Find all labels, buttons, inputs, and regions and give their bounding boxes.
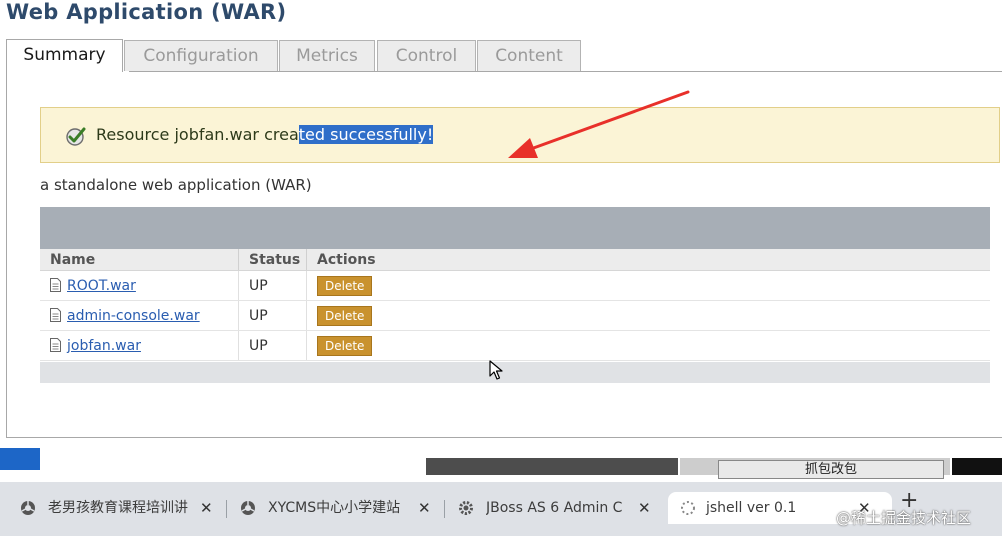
background-window-edge bbox=[952, 458, 1002, 475]
loading-icon bbox=[681, 501, 695, 515]
status-cell: UP bbox=[238, 270, 307, 301]
grid-toolbar bbox=[40, 207, 990, 249]
background-window-bar bbox=[426, 458, 678, 475]
check-circle-icon bbox=[66, 127, 86, 146]
name-cell: jobfan.war bbox=[40, 330, 239, 361]
tab-control[interactable]: Control bbox=[377, 40, 476, 71]
actions-cell: Delete bbox=[306, 300, 990, 331]
browser-tab-title: XYCMS中心小学建站 bbox=[268, 500, 401, 516]
mouse-cursor-icon bbox=[489, 360, 503, 380]
column-header-name[interactable]: Name bbox=[40, 249, 239, 271]
resource-link[interactable]: ROOT.war bbox=[67, 278, 136, 294]
browser-tab-title: JBoss AS 6 Admin C bbox=[486, 500, 623, 516]
tab-summary[interactable]: Summary bbox=[6, 39, 123, 72]
table-header-row: Name Status Actions bbox=[40, 249, 990, 271]
tab-content[interactable]: Content bbox=[477, 40, 581, 71]
close-icon[interactable]: ✕ bbox=[638, 492, 651, 524]
success-text: Resource jobfan.war created successfully… bbox=[96, 125, 434, 144]
tab-separator bbox=[226, 500, 227, 518]
delete-button[interactable]: Delete bbox=[317, 275, 373, 296]
actions-cell: Delete bbox=[306, 330, 990, 361]
delete-button[interactable]: Delete bbox=[317, 305, 373, 326]
document-icon bbox=[50, 307, 61, 322]
gear-icon bbox=[459, 501, 473, 515]
close-icon[interactable]: ✕ bbox=[418, 492, 431, 524]
browser-tab[interactable]: 老男孩教育课程培训讲 ✕ bbox=[20, 492, 220, 524]
browser-tab-title: 老男孩教育课程培训讲 bbox=[48, 500, 188, 516]
status-cell: UP bbox=[238, 300, 307, 331]
grid-footer bbox=[40, 362, 990, 383]
status-cell: UP bbox=[238, 330, 307, 361]
table-row: jobfan.war UP Delete bbox=[40, 330, 990, 361]
watermark: @稀土掘金技术社区 bbox=[836, 509, 972, 527]
column-header-actions: Actions bbox=[306, 249, 990, 271]
browser-tab[interactable]: JBoss AS 6 Admin C ✕ bbox=[458, 492, 658, 524]
success-text-plain: Resource jobfan.war crea bbox=[96, 125, 299, 144]
resource-link[interactable]: admin-console.war bbox=[67, 308, 200, 324]
background-window-accent bbox=[0, 448, 40, 470]
browser-tab-title: jshell ver 0.1 bbox=[706, 500, 797, 516]
table-row: ROOT.war UP Delete bbox=[40, 270, 990, 301]
description: a standalone web application (WAR) bbox=[40, 176, 312, 194]
globe-icon bbox=[241, 501, 255, 515]
close-icon[interactable]: ✕ bbox=[200, 492, 213, 524]
name-cell: ROOT.war bbox=[40, 270, 239, 301]
resources-table: Name Status Actions ROOT.war UP Delete a… bbox=[40, 249, 990, 361]
name-cell: admin-console.war bbox=[40, 300, 239, 331]
tab-configuration[interactable]: Configuration bbox=[124, 40, 278, 71]
page-title: Web Application (WAR) bbox=[6, 0, 287, 24]
globe-icon bbox=[21, 501, 35, 515]
document-icon bbox=[50, 337, 61, 352]
table-row: admin-console.war UP Delete bbox=[40, 300, 990, 331]
browser-tab[interactable]: XYCMS中心小学建站 ✕ bbox=[240, 492, 436, 524]
tab-metrics[interactable]: Metrics bbox=[279, 40, 375, 71]
red-arrow-annotation bbox=[508, 90, 690, 158]
resource-link[interactable]: jobfan.war bbox=[67, 338, 141, 354]
capture-modify-button[interactable]: 抓包改包 bbox=[718, 460, 944, 479]
tab-separator bbox=[444, 500, 445, 518]
document-icon bbox=[50, 277, 61, 292]
column-header-status[interactable]: Status bbox=[238, 249, 307, 271]
tab-bar: Summary Configuration Metrics Control Co… bbox=[6, 39, 1002, 73]
actions-cell: Delete bbox=[306, 270, 990, 301]
selected-text: ted successfully! bbox=[298, 125, 434, 144]
delete-button[interactable]: Delete bbox=[317, 335, 373, 356]
